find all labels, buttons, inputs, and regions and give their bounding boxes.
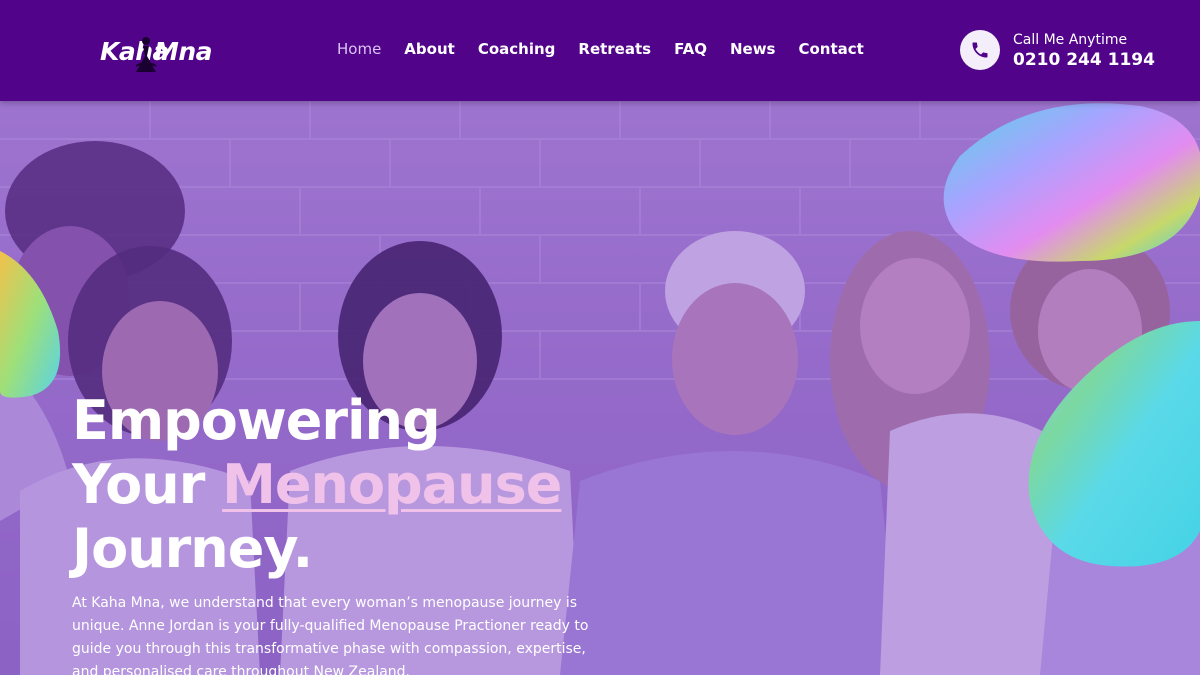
nav-home[interactable]: Home (337, 40, 381, 58)
hero-section: Empowering Your Menopause Journey. At Ka… (0, 101, 1200, 675)
logo-word-right: Mna (154, 37, 213, 66)
call-contact[interactable]: Call Me Anytime 0210 244 1194 (960, 30, 1180, 72)
nav-coaching[interactable]: Coaching (478, 40, 556, 58)
hero-heading-line3: Journey. (72, 517, 313, 580)
hero-description: At Kaha Mna, we understand that every wo… (72, 595, 589, 675)
nav-news[interactable]: News (730, 40, 776, 58)
nav-faq[interactable]: FAQ (674, 40, 707, 58)
phone-number-link[interactable]: 0210 244 1194 (1013, 50, 1155, 70)
hero-heading-highlight: Menopause (222, 453, 562, 516)
logo[interactable]: Kaha Mna (96, 30, 226, 76)
hero-heading-line2: Your (72, 453, 205, 516)
nav-about[interactable]: About (404, 40, 455, 58)
main-nav: Home About Coaching Retreats FAQ News Co… (337, 40, 887, 58)
call-label: Call Me Anytime (1013, 32, 1128, 48)
hero-heading-line1: Empowering (72, 389, 441, 452)
hero-heading: Empowering Your Menopause Journey. (72, 389, 562, 581)
nav-retreats[interactable]: Retreats (578, 40, 651, 58)
hero-photo (0, 101, 1200, 675)
phone-icon[interactable] (960, 30, 1000, 70)
site-header: Kaha Mna Home About Coaching Retreats FA… (0, 0, 1200, 101)
nav-contact[interactable]: Contact (798, 40, 863, 58)
